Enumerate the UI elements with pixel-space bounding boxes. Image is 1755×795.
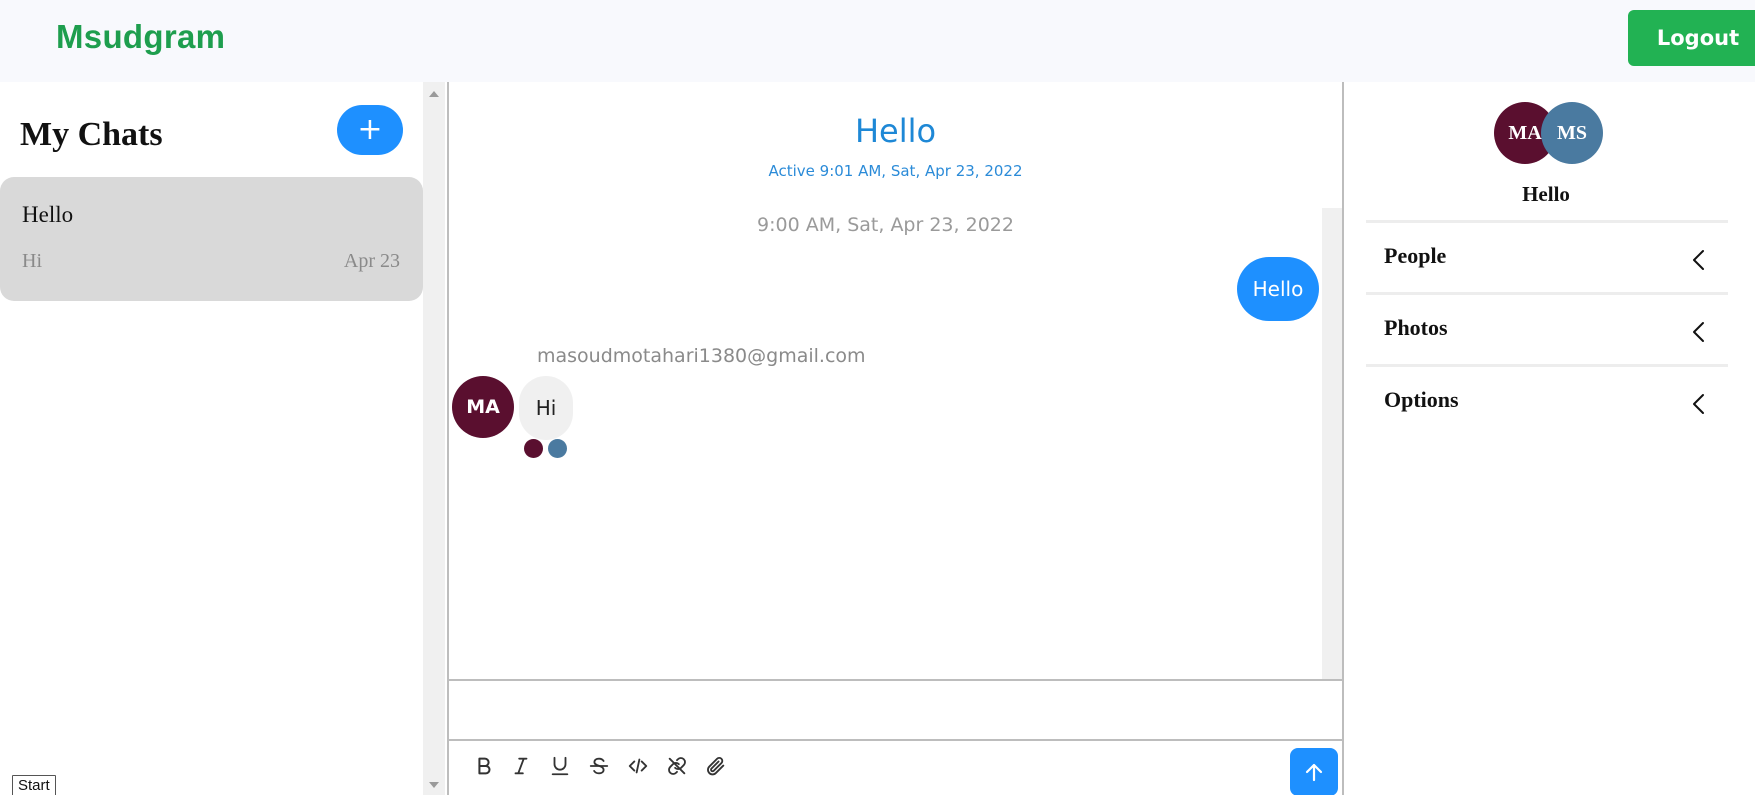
- section-label: Options: [1384, 387, 1459, 412]
- sender-avatar: MA: [452, 376, 514, 438]
- scroll-up-arrow-icon[interactable]: [429, 91, 439, 97]
- details-title: Hello: [1522, 182, 1570, 206]
- read-receipt-dot: [524, 439, 543, 458]
- formatting-toolbar: [449, 741, 1342, 795]
- read-receipt-dot: [548, 439, 567, 458]
- chevron-left-icon: [1693, 394, 1704, 414]
- chat-list-title: My Chats: [20, 116, 163, 153]
- sender-email: masoudmotahari1380@gmail.com: [537, 345, 866, 367]
- chat-card-selected[interactable]: Hello Hi Apr 23: [0, 177, 423, 301]
- scroll-down-arrow-icon[interactable]: [429, 782, 439, 788]
- chevron-left-icon: [1693, 250, 1704, 270]
- message-timestamp: 9:00 AM, Sat, Apr 23, 2022: [757, 214, 1014, 236]
- incoming-message-bubble: Hi: [519, 376, 573, 440]
- message-input[interactable]: [449, 679, 1342, 741]
- link-icon[interactable]: [663, 751, 691, 781]
- section-options[interactable]: Options: [1366, 364, 1728, 436]
- chat-card-date: Apr 23: [343, 250, 400, 272]
- start-button[interactable]: Start: [12, 775, 56, 795]
- chevron-left-icon: [1693, 322, 1704, 342]
- code-icon[interactable]: [624, 751, 652, 781]
- bold-icon[interactable]: [470, 751, 498, 781]
- underline-icon[interactable]: [546, 751, 574, 781]
- chat-card-title: Hello: [22, 202, 74, 227]
- send-button[interactable]: [1290, 748, 1338, 795]
- italic-icon[interactable]: [507, 751, 535, 781]
- top-header: Msudgram Logout: [0, 0, 1755, 82]
- chat-active-status: Active 9:01 AM, Sat, Apr 23, 2022: [768, 162, 1023, 180]
- chat-card-last-message: Hi: [22, 250, 42, 272]
- attachment-icon[interactable]: [702, 751, 730, 781]
- strikethrough-icon[interactable]: [585, 751, 613, 781]
- logout-button[interactable]: Logout: [1628, 10, 1755, 66]
- arrow-up-icon: [1305, 763, 1323, 782]
- chat-details-panel: MA MS Hello People Photos Options: [1346, 82, 1755, 795]
- section-label: People: [1384, 243, 1447, 268]
- section-label: Photos: [1384, 315, 1448, 340]
- chat-feed-panel: Hello Active 9:01 AM, Sat, Apr 23, 2022 …: [447, 82, 1344, 795]
- section-people[interactable]: People: [1366, 220, 1728, 292]
- new-chat-button[interactable]: +: [337, 105, 403, 155]
- chat-list-scrollbar[interactable]: [423, 82, 445, 795]
- chat-list-panel: My Chats + Hello Hi Apr 23 Start: [0, 82, 423, 795]
- chat-title: Hello: [854, 112, 937, 150]
- section-photos[interactable]: Photos: [1366, 292, 1728, 364]
- brand-logo: Msudgram: [56, 18, 226, 55]
- member-avatar: MS: [1541, 102, 1603, 164]
- outgoing-message-bubble: Hello: [1237, 257, 1319, 321]
- chat-feed-scrollbar[interactable]: [1322, 208, 1342, 679]
